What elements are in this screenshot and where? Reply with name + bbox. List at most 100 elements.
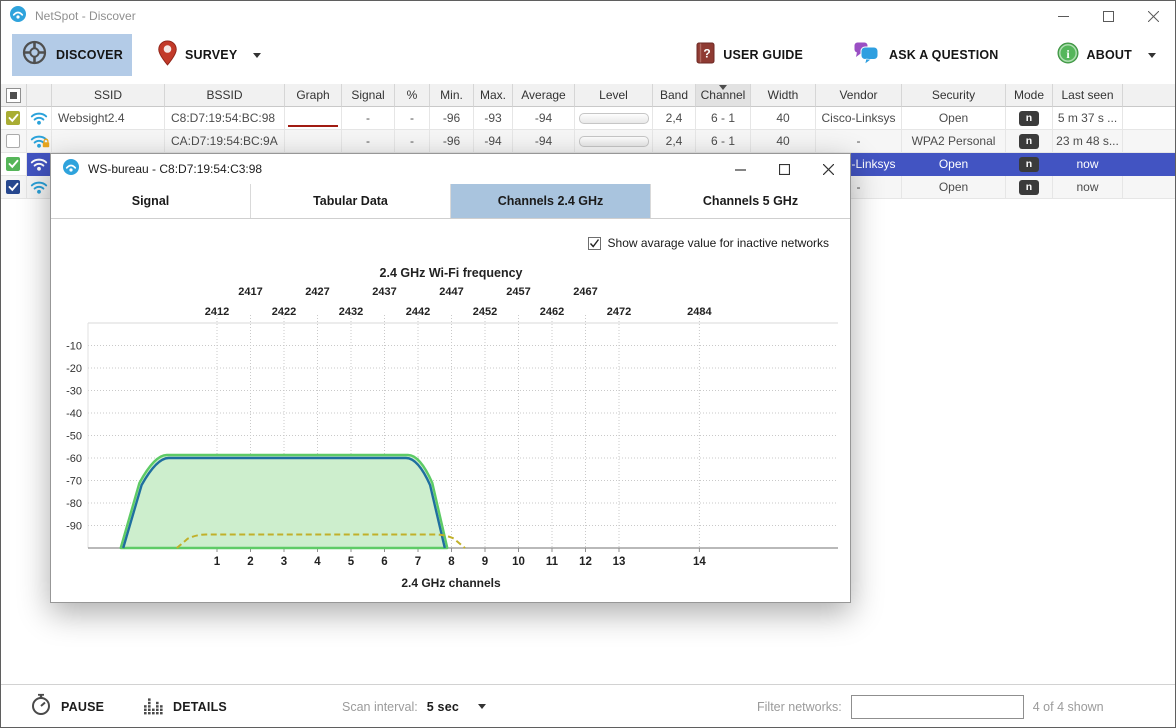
row-checkbox-cell[interactable] [0, 107, 27, 130]
column-header-label: Average [521, 88, 565, 102]
cell-bssid-value: CA:D7:19:54:BC:9A [171, 134, 278, 148]
column-header-label: BSSID [206, 88, 242, 102]
column-header-label: Channel [701, 88, 746, 102]
svg-text:-20: -20 [66, 363, 82, 375]
column-header-channel[interactable]: Channel [696, 84, 751, 107]
row-checkbox[interactable] [6, 180, 20, 194]
select-all-checkbox[interactable] [0, 84, 27, 107]
row-checkbox-cell[interactable] [0, 176, 27, 199]
column-header--[interactable]: % [395, 84, 430, 107]
filter-networks-input[interactable] [851, 695, 1024, 719]
details-label: DETAILS [173, 700, 227, 714]
cell-max: -94 [474, 130, 513, 153]
cell-security-value: Open [939, 180, 968, 194]
show-average-checkbox[interactable]: Show avarage value for inactive networks [588, 236, 829, 250]
cell-ssid [52, 130, 165, 153]
table-row[interactable]: Websight2.4C8:D7:19:54:BC:98---96-93-942… [0, 107, 1176, 130]
wifi-column-header[interactable] [27, 84, 52, 107]
main-toolbar: DISCOVER SURVEY ? USER GUIDE [0, 32, 1176, 84]
cell-channel: 6 - 1 [696, 107, 751, 130]
chevron-down-icon[interactable] [478, 704, 486, 709]
row-checkbox[interactable] [6, 134, 20, 148]
cell-channel: 6 - 1 [696, 130, 751, 153]
dialog-minimize-button[interactable] [718, 154, 762, 184]
column-header-width[interactable]: Width [751, 84, 816, 107]
user-guide-button[interactable]: ? USER GUIDE [690, 42, 809, 69]
table-row[interactable]: CA:D7:19:54:BC:9A---96-94-942,46 - 140-W… [0, 130, 1176, 153]
cell-width: 40 [751, 130, 816, 153]
cell-last-seen-value: now [1076, 180, 1098, 194]
discover-button[interactable]: DISCOVER [12, 34, 132, 76]
column-header-average[interactable]: Average [513, 84, 575, 107]
cell-blank [1123, 153, 1176, 176]
column-header-band[interactable]: Band [653, 84, 696, 107]
cell-blank [1123, 130, 1176, 153]
cell-band: 2,4 [653, 130, 696, 153]
cell-level [575, 107, 653, 130]
cell-bssid: CA:D7:19:54:BC:9A [165, 130, 285, 153]
svg-text:-90: -90 [66, 521, 82, 533]
cell-graph [285, 107, 342, 130]
filter-networks-label: Filter networks: [757, 700, 842, 714]
cell-min-value: -96 [443, 134, 460, 148]
cell-signal-value: - [366, 111, 370, 125]
column-header-ssid[interactable]: SSID [52, 84, 165, 107]
column-header-security[interactable]: Security [902, 84, 1006, 107]
svg-text:2432: 2432 [339, 306, 363, 318]
column-header-signal[interactable]: Signal [342, 84, 395, 107]
column-header-vendor[interactable]: Vendor [816, 84, 902, 107]
scan-interval-label: Scan interval: [342, 700, 418, 714]
row-checkbox[interactable] [6, 157, 20, 171]
tab-channels-5ghz[interactable]: Channels 5 GHz [651, 184, 850, 218]
svg-text:9: 9 [482, 556, 488, 568]
row-checkbox-cell[interactable] [0, 130, 27, 153]
column-header-min-[interactable]: Min. [430, 84, 474, 107]
svg-text:2.4 GHz channels: 2.4 GHz channels [401, 576, 501, 590]
column-header-bssid[interactable]: BSSID [165, 84, 285, 107]
about-button[interactable]: i ABOUT [1051, 42, 1162, 69]
ask-question-button[interactable]: ASK A QUESTION [847, 41, 1005, 70]
cell-bssid: C8:D7:19:54:BC:98 [165, 107, 285, 130]
column-header-graph[interactable]: Graph [285, 84, 342, 107]
checkbox-icon [588, 237, 601, 250]
cell-percent: - [395, 107, 430, 130]
cell-level [575, 130, 653, 153]
column-header-mode[interactable]: Mode [1006, 84, 1053, 107]
column-header-max-[interactable]: Max. [474, 84, 513, 107]
cell-width-value: 40 [776, 111, 789, 125]
cell-percent-value: - [410, 111, 414, 125]
pause-button[interactable]: PAUSE [30, 685, 104, 728]
column-header-blank [1123, 84, 1176, 107]
maximize-button[interactable] [1086, 0, 1131, 32]
dialog-title: WS-bureau - C8:D7:19:54:C3:98 [88, 162, 262, 176]
cell-band-value: 2,4 [666, 134, 683, 148]
svg-text:2: 2 [247, 556, 253, 568]
row-checkbox-cell[interactable] [0, 153, 27, 176]
details-button[interactable]: DETAILS [143, 685, 227, 728]
cell-average: -94 [513, 107, 575, 130]
row-checkbox[interactable] [6, 111, 20, 125]
tab-signal[interactable]: Signal [51, 184, 251, 218]
tab-channels-2-4ghz[interactable]: Channels 2.4 GHz [451, 184, 651, 218]
scan-interval-value[interactable]: 5 sec [427, 700, 459, 714]
minimize-button[interactable] [1041, 0, 1086, 32]
signal-level-bar [579, 136, 649, 147]
survey-button[interactable]: SURVEY [152, 34, 267, 76]
column-header-label: Band [660, 88, 688, 102]
dialog-close-button[interactable] [806, 154, 850, 184]
column-header-last-seen[interactable]: Last seen [1053, 84, 1123, 107]
tab-tabular-data[interactable]: Tabular Data [251, 184, 451, 218]
dialog-maximize-button[interactable] [762, 154, 806, 184]
wifi-signal-icon [27, 153, 52, 176]
svg-text:2457: 2457 [506, 286, 530, 298]
close-button[interactable] [1131, 0, 1176, 32]
column-header-level[interactable]: Level [575, 84, 653, 107]
column-header-label: Signal [351, 88, 384, 102]
wifi-signal-icon [27, 107, 52, 130]
scan-interval-control: Scan interval: 5 sec [342, 685, 486, 728]
svg-text:2437: 2437 [372, 286, 396, 298]
cell-percent: - [395, 130, 430, 153]
cell-band-value: 2,4 [666, 111, 683, 125]
series-active-network-signal [121, 455, 448, 548]
details-histogram-icon [143, 694, 164, 720]
